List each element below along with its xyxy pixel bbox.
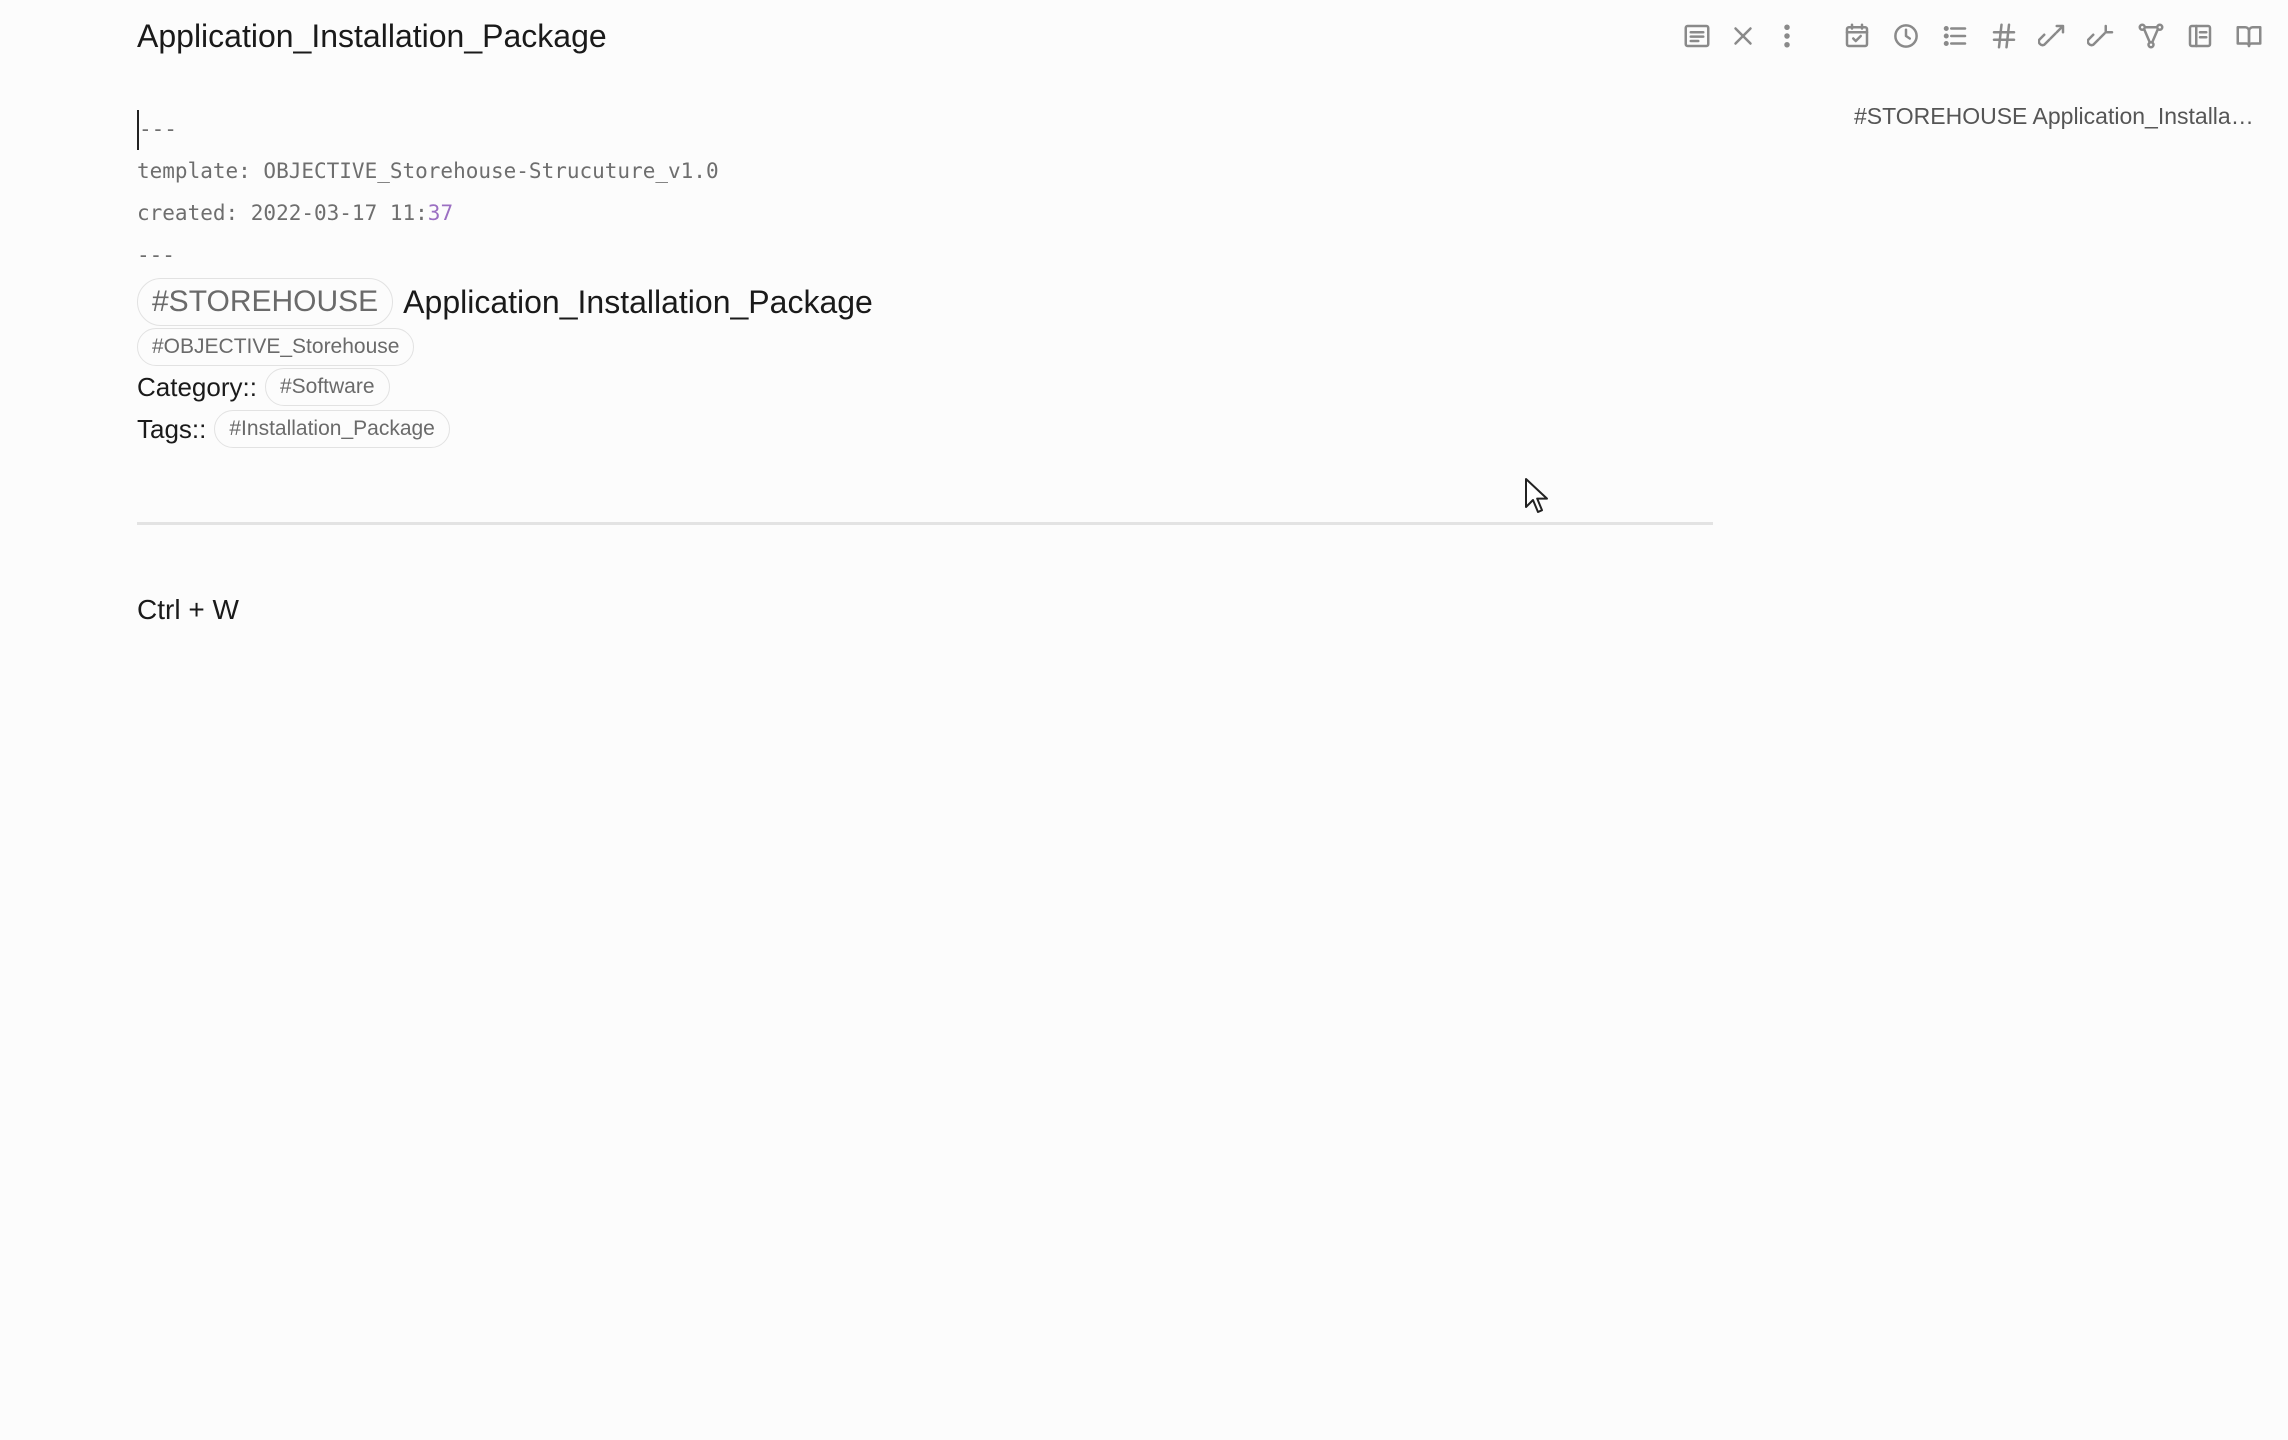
more-options-icon[interactable] <box>1767 16 1807 56</box>
storehouse-tag[interactable]: #STOREHOUSE <box>137 278 394 326</box>
category-label: Category:: <box>137 372 257 402</box>
calendar-icon[interactable] <box>1837 16 1877 56</box>
tags-property: Tags:: #Installation_Package <box>137 408 1713 450</box>
tags-icon[interactable] <box>1984 16 2024 56</box>
horizontal-rule <box>137 522 1713 525</box>
software-tag[interactable]: #Software <box>264 368 390 406</box>
installation-package-tag[interactable]: #Installation_Package <box>214 410 450 448</box>
editor-content[interactable]: --- template: OBJECTIVE_Storehouse-Struc… <box>137 108 1713 450</box>
category-property: Category:: #Software <box>137 366 1713 408</box>
mouse-pointer-icon <box>1525 478 1548 513</box>
note-heading[interactable]: #STOREHOUSE Application_Installation_Pac… <box>137 278 1713 326</box>
note-title[interactable]: Application_Installation_Package <box>137 16 607 56</box>
note-editor-window: Application_Installation_Package #STOREH… <box>0 0 2288 1440</box>
outline-heading-item[interactable]: #STOREHOUSE Application_Installatio... <box>1854 100 2254 132</box>
frontmatter-open-line[interactable]: --- <box>137 108 1713 150</box>
backlinks-icon[interactable] <box>2033 16 2073 56</box>
graph-view-icon[interactable] <box>2131 16 2171 56</box>
toggle-panel-icon[interactable] <box>2180 16 2220 56</box>
frontmatter-close-line[interactable]: --- <box>137 234 1713 276</box>
view-header: Application_Installation_Package <box>0 0 2288 80</box>
recent-files-icon[interactable] <box>1886 16 1926 56</box>
created-prefix: created: 2022-03-17 11: <box>137 201 428 225</box>
heading-text: Application_Installation_Package <box>403 284 873 320</box>
body-paragraph[interactable]: Ctrl + W <box>137 590 239 630</box>
book-icon[interactable] <box>2229 16 2269 56</box>
frontmatter-created-line[interactable]: created: 2022-03-17 11:37 <box>137 192 1713 234</box>
outline-list-icon[interactable] <box>1935 16 1975 56</box>
close-icon[interactable] <box>1723 16 1763 56</box>
outgoing-links-icon[interactable] <box>2082 16 2122 56</box>
objective-tag[interactable]: #OBJECTIVE_Storehouse <box>137 328 415 366</box>
tags-label: Tags:: <box>137 414 207 444</box>
frontmatter-template-line[interactable]: template: OBJECTIVE_Storehouse-Strucutur… <box>137 150 1713 192</box>
objective-tag-line: #OBJECTIVE_Storehouse <box>137 328 1713 366</box>
reading-view-icon[interactable] <box>1677 16 1717 56</box>
frontmatter-open-text: --- <box>139 117 177 141</box>
created-minutes: 37 <box>427 201 454 225</box>
